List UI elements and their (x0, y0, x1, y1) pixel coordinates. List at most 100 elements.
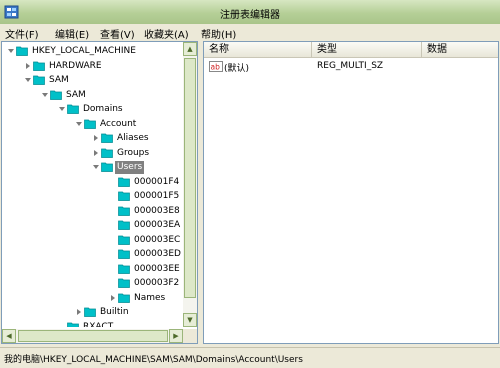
tree-node-label: 000003E8 (134, 205, 180, 216)
string-value-icon: ab (209, 61, 223, 72)
folder-icon (118, 220, 130, 230)
tree-node[interactable]: Aliases (93, 132, 183, 145)
tree-node-label: SAM (49, 75, 69, 85)
column-header-name[interactable]: 名称 (204, 42, 312, 58)
folder-icon (101, 162, 113, 172)
tree-horizontal-scrollbar[interactable]: ◀ ▶ (2, 329, 183, 343)
scroll-down-icon[interactable]: ▼ (183, 313, 197, 327)
tree-node-label: Builtin (100, 307, 129, 317)
folder-icon (67, 104, 79, 114)
tree-node[interactable]: 000003EC (110, 234, 183, 247)
tree-node-label: Aliases (117, 133, 149, 143)
tree-node-label: 000003EE (134, 263, 180, 274)
tree-node[interactable]: 000003EA (110, 219, 183, 232)
folder-icon (118, 206, 130, 216)
tree-node-label: Names (134, 292, 166, 303)
column-header-data[interactable]: 数据 (422, 42, 498, 58)
status-bar: 我的电脑\HKEY_LOCAL_MACHINE\SAM\SAM\Domains\… (0, 347, 500, 368)
folder-icon (67, 322, 79, 327)
tree-node[interactable]: Domains (59, 103, 183, 116)
folder-icon (118, 177, 130, 187)
folder-icon (118, 264, 130, 274)
collapsed-arrow-icon[interactable] (93, 135, 99, 141)
folder-icon (118, 249, 130, 259)
folder-icon (101, 133, 113, 143)
expanded-arrow-icon[interactable] (59, 106, 65, 112)
tree-node[interactable]: SAM (42, 89, 183, 102)
tree-node[interactable]: 000003E8 (110, 205, 183, 218)
tree-node[interactable]: RXACT (59, 321, 183, 328)
tree-node-label: RXACT (83, 321, 114, 328)
title-bar: 注册表编辑器 (0, 0, 500, 24)
tree-node[interactable]: 000001F4 (110, 176, 183, 189)
tree-vertical-scrollbar[interactable]: ▲ ▼ (183, 42, 197, 327)
tree-node-label: HKEY_LOCAL_MACHINE (32, 46, 136, 56)
folder-icon (50, 90, 62, 100)
scroll-right-icon[interactable]: ▶ (169, 329, 183, 343)
expanded-arrow-icon[interactable] (25, 77, 31, 83)
tree-node[interactable]: Builtin (76, 306, 183, 319)
expanded-arrow-icon[interactable] (93, 164, 99, 170)
tree-node-label: Domains (83, 104, 123, 114)
svg-text:ab: ab (211, 63, 221, 72)
scrollbar-corner (183, 329, 197, 343)
tree-node-label: 000001F5 (134, 191, 180, 201)
tree-node[interactable]: HKEY_LOCAL_MACHINE (8, 45, 178, 58)
tree-node-label: 000003ED (134, 249, 181, 259)
tree-node[interactable]: 000003ED (110, 248, 183, 261)
tree-node-label: Groups (117, 147, 150, 158)
folder-icon (33, 75, 45, 85)
folder-icon (16, 46, 28, 56)
tree-node[interactable]: Names (110, 292, 183, 305)
tree-node[interactable]: 000003F2 (110, 277, 183, 290)
tree-node[interactable]: Users (93, 161, 183, 174)
collapsed-arrow-icon[interactable] (93, 149, 99, 156)
tree-node[interactable]: HARDWARE (25, 60, 183, 73)
scroll-left-icon[interactable]: ◀ (2, 329, 16, 343)
tree-horizontal-scroll-thumb[interactable] (18, 330, 168, 342)
collapsed-arrow-icon[interactable] (25, 62, 31, 69)
collapsed-arrow-icon[interactable] (110, 294, 116, 301)
expanded-arrow-icon[interactable] (42, 92, 48, 98)
tree-vertical-scroll-thumb[interactable] (184, 58, 196, 298)
tree-node-label: Users (115, 161, 145, 174)
tree-node-label: 000001F4 (134, 176, 180, 187)
folder-icon (84, 307, 96, 317)
tree-pane: HKEY_LOCAL_MACHINE HARDWARE SAM SAM Domains A… (1, 41, 198, 344)
tree-node-label: HARDWARE (49, 60, 102, 71)
tree-node[interactable]: SAM (25, 74, 183, 87)
collapsed-arrow-icon[interactable] (76, 309, 82, 315)
folder-icon (118, 235, 130, 245)
status-path: 我的电脑\HKEY_LOCAL_MACHINE\SAM\SAM\Domains\… (4, 355, 303, 365)
tree-node[interactable]: Groups (93, 147, 183, 160)
list-item[interactable]: ab (默认) REG_MULTI_SZ (206, 60, 496, 74)
menu-edit[interactable]: 编辑(E) (55, 26, 89, 41)
value-type: REG_MULTI_SZ (317, 61, 384, 71)
menu-help[interactable]: 帮助(H) (201, 26, 236, 41)
scroll-up-icon[interactable]: ▲ (183, 42, 197, 56)
folder-icon (118, 278, 130, 288)
window-title: 注册表编辑器 (220, 10, 280, 21)
tree-node-label: 000003EC (134, 234, 181, 245)
tree-node-label: Account (100, 118, 137, 129)
values-pane: 名称 类型 数据 ab (默认) REG_MULTI_SZ (203, 41, 499, 344)
tree-view[interactable]: HKEY_LOCAL_MACHINE HARDWARE SAM SAM Domains A… (2, 42, 183, 327)
menu-file[interactable]: 文件(F) (5, 26, 39, 41)
folder-icon (84, 119, 96, 129)
folder-icon (101, 148, 113, 158)
tree-node[interactable]: 000003EE (110, 263, 183, 276)
value-name: (默认) (224, 64, 250, 74)
tree-node-label: 000003EA (134, 220, 181, 230)
menu-view[interactable]: 查看(V) (100, 26, 135, 41)
expanded-arrow-icon[interactable] (76, 121, 82, 127)
expanded-arrow-icon[interactable] (8, 48, 14, 54)
column-header-type[interactable]: 类型 (312, 42, 422, 58)
folder-icon (118, 293, 130, 303)
folder-icon (118, 191, 130, 201)
tree-node-label: 000003F2 (134, 278, 180, 288)
tree-node[interactable]: 000001F5 (110, 190, 183, 203)
menu-bar: 文件(F) 编辑(E) 查看(V) 收藏夹(A) 帮助(H) (0, 24, 500, 41)
menu-favorites[interactable]: 收藏夹(A) (144, 26, 189, 41)
tree-node[interactable]: Account (76, 118, 183, 131)
folder-icon (33, 61, 45, 71)
